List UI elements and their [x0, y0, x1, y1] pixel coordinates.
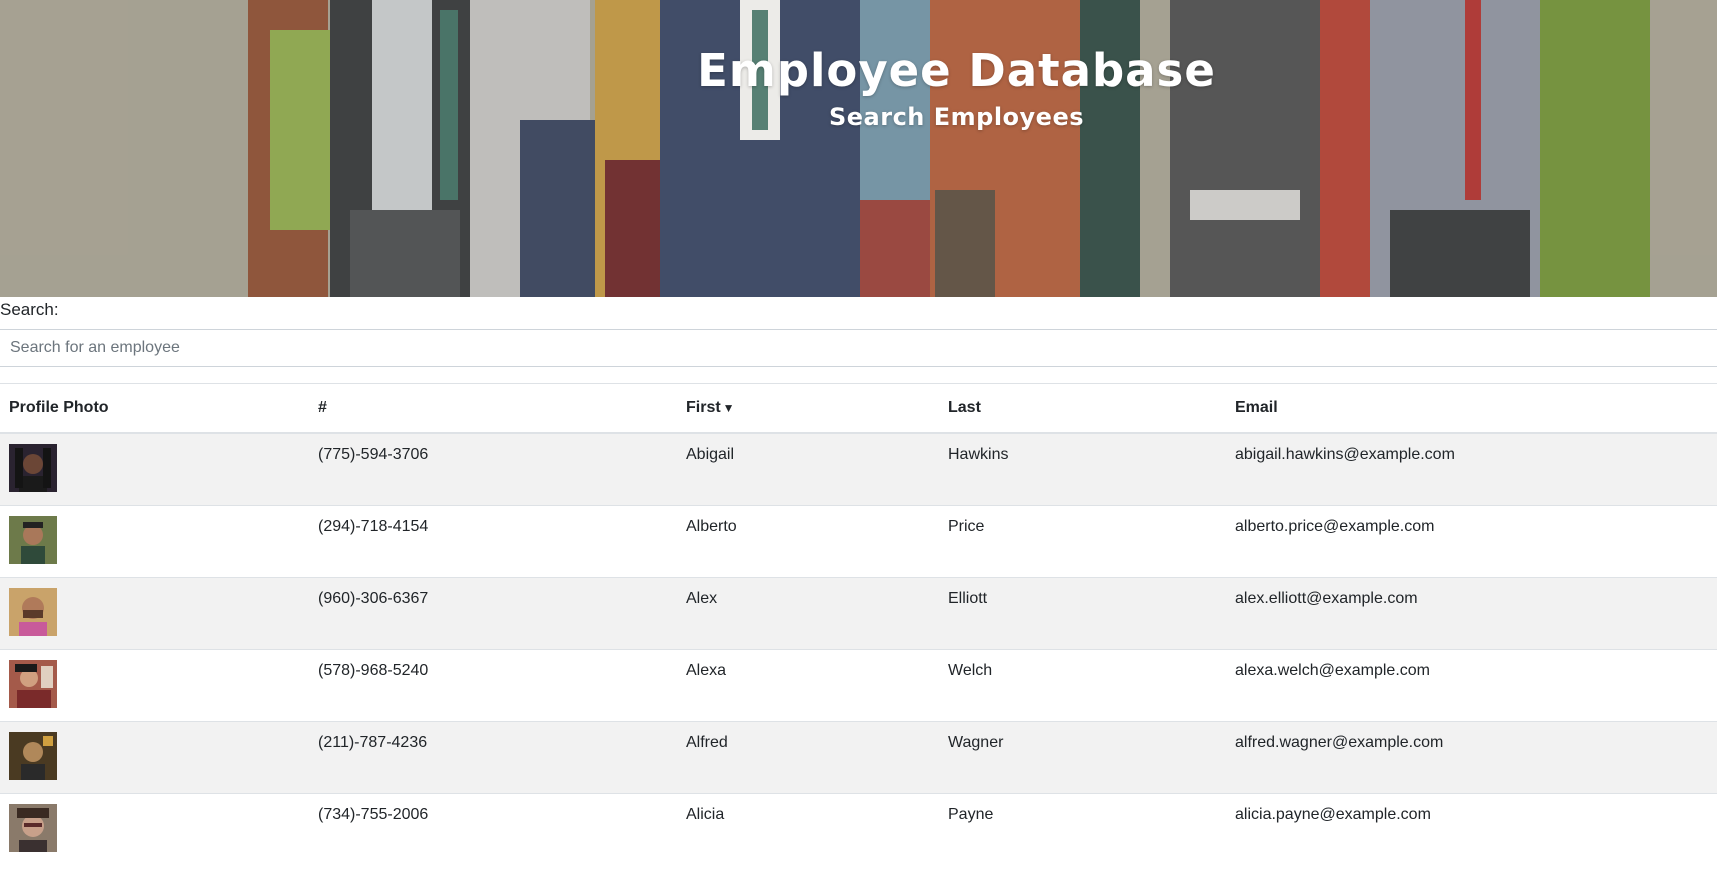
page-subtitle: Search Employees	[828, 103, 1085, 131]
last-name-cell: Payne	[939, 792, 1226, 865]
avatar	[9, 659, 57, 708]
profile-photo-cell	[0, 504, 309, 577]
table-header-row: Profile Photo # First ▼ Last Email	[0, 383, 1717, 434]
table-row: (578)-968-5240 Alexa Welch alexa.welch@e…	[0, 648, 1717, 721]
email-cell: alicia.payne@example.com	[1226, 792, 1717, 865]
profile-photo-cell	[0, 576, 309, 649]
phone-cell: (294)-718-4154	[309, 504, 677, 577]
profile-photo-cell	[0, 432, 309, 505]
last-name-cell: Welch	[939, 648, 1226, 721]
email-cell: alex.elliott@example.com	[1226, 576, 1717, 649]
first-name-cell: Abigail	[677, 432, 939, 505]
avatar	[9, 587, 57, 636]
page-title: Employee Database	[697, 44, 1216, 97]
last-name-cell: Elliott	[939, 576, 1226, 649]
email-cell: alberto.price@example.com	[1226, 504, 1717, 577]
table-row: (960)-306-6367 Alex Elliott alex.elliott…	[0, 576, 1717, 649]
table-row: (211)-787-4236 Alfred Wagner alfred.wagn…	[0, 720, 1717, 793]
first-name-cell: Alberto	[677, 504, 939, 577]
last-name-cell: Wagner	[939, 720, 1226, 793]
search-input[interactable]	[0, 329, 1717, 367]
column-header-first[interactable]: First ▼	[677, 383, 939, 434]
first-name-cell: Alfred	[677, 720, 939, 793]
avatar	[9, 803, 57, 852]
table-row: (294)-718-4154 Alberto Price alberto.pri…	[0, 504, 1717, 577]
phone-cell: (960)-306-6367	[309, 576, 677, 649]
avatar	[9, 731, 57, 780]
last-name-cell: Price	[939, 504, 1226, 577]
avatar	[9, 444, 57, 492]
column-header-phone: #	[309, 383, 677, 434]
first-name-cell: Alicia	[677, 792, 939, 865]
search-label: Search:	[0, 300, 59, 319]
profile-photo-cell	[0, 648, 309, 721]
first-name-cell: Alexa	[677, 648, 939, 721]
phone-cell: (578)-968-5240	[309, 648, 677, 721]
phone-cell: (775)-594-3706	[309, 432, 677, 505]
profile-photo-cell	[0, 792, 309, 865]
employee-table: Profile Photo # First ▼ Last Email (775)-…	[0, 383, 1717, 865]
email-cell: abigail.hawkins@example.com	[1226, 432, 1717, 505]
phone-cell: (211)-787-4236	[309, 720, 677, 793]
column-header-last: Last	[939, 383, 1226, 434]
last-name-cell: Hawkins	[939, 432, 1226, 505]
table-row: (775)-594-3706 Abigail Hawkins abigail.h…	[0, 432, 1717, 505]
column-header-first-label[interactable]: First	[686, 399, 721, 416]
email-cell: alfred.wagner@example.com	[1226, 720, 1717, 793]
email-cell: alexa.welch@example.com	[1226, 648, 1717, 721]
column-header-photo: Profile Photo	[0, 383, 309, 434]
first-name-cell: Alex	[677, 576, 939, 649]
sort-caret-down-icon[interactable]: ▼	[723, 401, 735, 415]
table-row: (734)-755-2006 Alicia Payne alicia.payne…	[0, 792, 1717, 865]
hero-banner: Employee Database Search Employees	[0, 0, 1717, 297]
column-header-email: Email	[1226, 383, 1717, 434]
phone-cell: (734)-755-2006	[309, 792, 677, 865]
profile-photo-cell	[0, 720, 309, 793]
avatar	[9, 515, 57, 564]
